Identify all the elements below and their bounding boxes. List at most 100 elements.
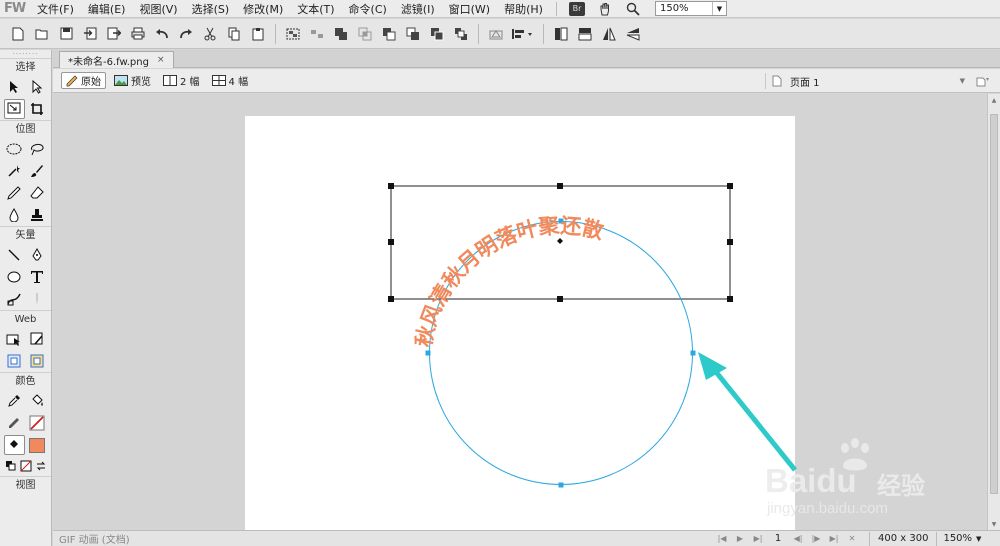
zoom-tool-button[interactable] — [623, 1, 643, 17]
knife-tool[interactable] — [26, 289, 47, 309]
zoom-dropdown[interactable]: 150% ▼ — [654, 1, 727, 16]
hide-slices-tool[interactable] — [4, 351, 25, 371]
flip-horizontal-button[interactable] — [598, 23, 620, 45]
line-tool[interactable] — [4, 245, 25, 265]
magnifier-icon — [626, 2, 640, 16]
rotate-left-icon — [555, 27, 568, 40]
next-frame-icon[interactable]: |▶ — [807, 532, 825, 546]
close-icon[interactable]: × — [157, 55, 165, 65]
fill-color-swatch[interactable] — [26, 435, 47, 455]
bridge-button[interactable]: Br — [567, 1, 587, 17]
view-original-button[interactable]: 原始 — [61, 72, 106, 89]
paste-button[interactable] — [247, 23, 269, 45]
copy-button[interactable] — [223, 23, 245, 45]
eraser-tool[interactable] — [26, 183, 47, 203]
new-button[interactable] — [7, 23, 29, 45]
send-back-button[interactable] — [450, 23, 472, 45]
import-button[interactable] — [79, 23, 101, 45]
crop-tool[interactable] — [26, 99, 47, 119]
view-2up-button[interactable]: 2 幅 — [159, 72, 204, 89]
canvas-size-readout[interactable]: 400 x 300 — [869, 531, 938, 546]
pencil-tool[interactable] — [4, 183, 25, 203]
view-preview-button[interactable]: 预览 — [110, 72, 155, 89]
bring-front-button[interactable] — [402, 23, 424, 45]
print-button[interactable] — [127, 23, 149, 45]
document-tab[interactable]: *未命名-6.fw.png × — [59, 51, 174, 68]
play-icon[interactable]: ▶ — [731, 532, 749, 546]
vertical-scrollbar[interactable]: ▲ ▼ — [987, 94, 1000, 530]
chevron-down-icon: ▼ — [959, 77, 965, 85]
stroke-color-swatch[interactable] — [26, 413, 47, 433]
open-button[interactable] — [31, 23, 53, 45]
group-button[interactable] — [282, 23, 304, 45]
brush-icon — [30, 165, 43, 177]
stop-icon[interactable]: ✕ — [843, 532, 861, 546]
flip-vertical-button[interactable] — [622, 23, 644, 45]
scroll-up-icon[interactable]: ▲ — [988, 94, 1000, 106]
default-colors-button[interactable] — [3, 456, 18, 476]
swap-colors-button[interactable] — [33, 456, 48, 476]
menu-edit[interactable]: 编辑(E) — [81, 1, 133, 17]
ellipse-tool[interactable] — [4, 267, 25, 287]
slice-tool[interactable] — [26, 329, 47, 349]
view-4up-button[interactable]: 4 幅 — [208, 72, 253, 89]
document-canvas[interactable]: 秋风清秋月明落叶聚还散 — [245, 116, 795, 530]
subselection-tool[interactable] — [26, 77, 47, 97]
menu-view[interactable]: 视图(V) — [132, 1, 184, 17]
eyedropper-tool[interactable] — [4, 391, 25, 411]
scale-tool[interactable] — [3, 99, 25, 119]
freeform-tool[interactable] — [4, 289, 25, 309]
page-options-button[interactable] — [974, 73, 992, 89]
hotspot-tool[interactable] — [4, 329, 25, 349]
bring-forward-button[interactable] — [378, 23, 400, 45]
export-button[interactable] — [103, 23, 125, 45]
menu-commands[interactable]: 命令(C) — [342, 1, 394, 17]
marquee-tool[interactable] — [4, 139, 25, 159]
rubber-stamp-tool[interactable] — [26, 205, 47, 225]
prev-frame-icon[interactable]: ◀| — [789, 532, 807, 546]
no-stroke-fill-button[interactable] — [18, 456, 33, 476]
text-on-path[interactable]: 秋风清秋月明落叶聚还散 — [412, 214, 606, 349]
blur-tool[interactable] — [4, 205, 25, 225]
cut-button[interactable] — [199, 23, 221, 45]
pointer-tool[interactable] — [4, 77, 25, 97]
menu-window[interactable]: 窗口(W) — [442, 1, 497, 17]
convert-to-symbol-button[interactable] — [485, 23, 507, 45]
lasso-tool[interactable] — [26, 139, 47, 159]
align-button[interactable] — [509, 23, 537, 45]
menu-modify[interactable]: 修改(M) — [236, 1, 290, 17]
page-dropdown[interactable]: 页面 1 ▼ — [765, 73, 965, 89]
brush-tool[interactable] — [26, 161, 47, 181]
paint-bucket-tool[interactable] — [26, 391, 47, 411]
panel-grip[interactable]: ········ — [0, 50, 51, 58]
frame-end-icon[interactable]: ▶| — [825, 532, 843, 546]
text-tool[interactable] — [26, 267, 47, 287]
undo-button[interactable] — [151, 23, 173, 45]
magic-wand-tool[interactable] — [4, 161, 25, 181]
flip-vertical-icon — [626, 27, 640, 41]
menu-select[interactable]: 选择(S) — [185, 1, 237, 17]
hand-tool-button[interactable] — [595, 1, 615, 17]
rotate-left-button[interactable] — [550, 23, 572, 45]
first-frame-icon[interactable]: |◀ — [713, 532, 731, 546]
scroll-down-icon[interactable]: ▼ — [988, 518, 1000, 530]
save-button[interactable] — [55, 23, 77, 45]
status-zoom-dropdown[interactable]: 150% ▼ — [937, 533, 981, 544]
menu-text[interactable]: 文本(T) — [290, 1, 341, 17]
send-backward-button[interactable] — [426, 23, 448, 45]
menu-filters[interactable]: 滤镜(I) — [394, 1, 442, 17]
scrollbar-thumb[interactable] — [990, 114, 998, 494]
pen-tool[interactable] — [26, 245, 47, 265]
show-slices-tool[interactable] — [26, 351, 47, 371]
stamp-icon — [30, 209, 43, 221]
fill-color-label — [3, 435, 25, 455]
combine-union-button[interactable] — [330, 23, 352, 45]
redo-button[interactable] — [175, 23, 197, 45]
menu-help[interactable]: 帮助(H) — [497, 1, 550, 17]
ungroup-button[interactable] — [306, 23, 328, 45]
menu-file[interactable]: 文件(F) — [30, 1, 81, 17]
rotate-right-button[interactable] — [574, 23, 596, 45]
show-slices-icon — [30, 354, 44, 368]
combine-intersect-button[interactable] — [354, 23, 376, 45]
last-frame-icon[interactable]: ▶| — [749, 532, 767, 546]
